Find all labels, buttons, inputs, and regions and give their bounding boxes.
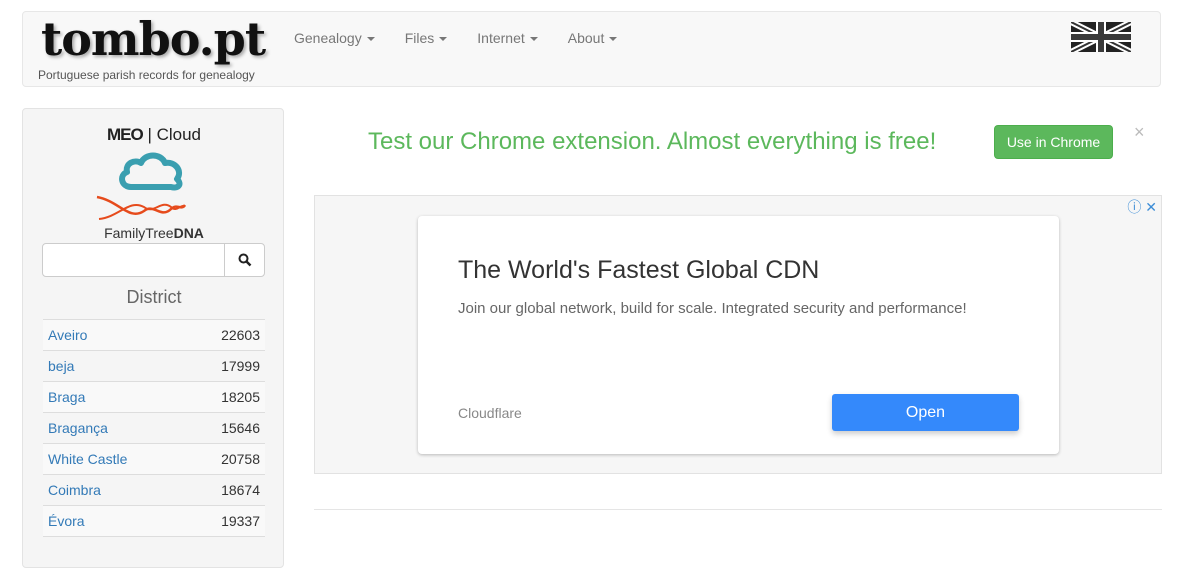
- uk-flag-icon[interactable]: [1071, 22, 1131, 52]
- district-link[interactable]: Bragança: [48, 420, 108, 436]
- district-count: 18205: [221, 389, 260, 405]
- dna-icon[interactable]: [89, 191, 189, 227]
- nav-genealogy[interactable]: Genealogy: [279, 29, 390, 47]
- district-link[interactable]: White Castle: [48, 451, 127, 467]
- nav-label: Internet: [477, 30, 525, 46]
- sidebar: MEO | Cloud FamilyTreeDNA District Aveir…: [22, 108, 284, 568]
- ad-banner: ⓘ ✕ The World's Fastest Global CDN Join …: [314, 195, 1162, 474]
- district-count: 15646: [221, 420, 260, 436]
- nav-label: Genealogy: [294, 30, 362, 46]
- meo-logo-text: MEO: [106, 125, 144, 144]
- district-count: 17999: [221, 358, 260, 374]
- list-item: Évora 19337: [43, 505, 265, 536]
- ad-card[interactable]: The World's Fastest Global CDN Join our …: [418, 216, 1059, 454]
- chrome-extension-promo: Test our Chrome extension. Almost everyt…: [368, 128, 937, 155]
- ad-title: The World's Fastest Global CDN: [458, 256, 820, 284]
- caret-down-icon: [529, 37, 538, 42]
- close-icon[interactable]: ✕: [1145, 199, 1157, 215]
- site-tagline: Portuguese parish records for genealogy: [38, 68, 255, 82]
- meo-logo-suffix: | Cloud: [147, 125, 202, 144]
- ad-advertiser: Cloudflare: [458, 405, 522, 421]
- list-item: [43, 536, 265, 567]
- nav-label: Files: [404, 30, 435, 46]
- district-link[interactable]: beja: [48, 358, 74, 374]
- list-item: White Castle 20758: [43, 443, 265, 474]
- district-count: 20758: [221, 451, 260, 467]
- site-logo[interactable]: tombo.pt: [41, 12, 266, 66]
- list-item: Bragança 15646: [43, 412, 265, 443]
- nav-internet[interactable]: Internet: [462, 29, 552, 47]
- nav-label: About: [567, 30, 605, 46]
- close-icon[interactable]: ×: [1134, 122, 1145, 143]
- district-link[interactable]: Braga: [48, 389, 85, 405]
- district-count: 19337: [221, 513, 260, 529]
- district-list: Aveiro 22603 beja 17999 Braga 18205 Braganç…: [43, 319, 265, 567]
- list-item: Coimbra 18674: [43, 474, 265, 505]
- use-in-chrome-button[interactable]: Use in Chrome: [994, 125, 1113, 159]
- list-item: Braga 18205: [43, 381, 265, 412]
- main-nav: Genealogy Files Internet About: [279, 29, 632, 47]
- district-count: 18674: [221, 482, 260, 498]
- caret-down-icon: [439, 37, 448, 42]
- navbar: tombo.pt Portuguese parish records for g…: [22, 11, 1161, 87]
- list-item: Aveiro 22603: [43, 319, 265, 350]
- ad-subtitle: Join our global network, build for scale…: [458, 300, 967, 317]
- list-item: beja 17999: [43, 350, 265, 381]
- district-count: 22603: [221, 327, 260, 343]
- nav-about[interactable]: About: [553, 29, 633, 47]
- cloud-icon[interactable]: [115, 149, 187, 193]
- caret-down-icon: [609, 37, 618, 42]
- ad-open-button[interactable]: Open: [832, 394, 1019, 431]
- search-input[interactable]: [42, 243, 225, 277]
- ftdna-suffix: DNA: [173, 225, 204, 241]
- search-button[interactable]: [224, 243, 265, 277]
- familytreedna-logo[interactable]: FamilyTreeDNA: [23, 225, 285, 241]
- ftdna-prefix: FamilyTree: [104, 225, 174, 241]
- caret-down-icon: [366, 37, 375, 42]
- search-icon: [238, 253, 251, 267]
- info-icon[interactable]: ⓘ: [1127, 199, 1141, 215]
- district-link[interactable]: Évora: [48, 513, 85, 529]
- ad-controls: ⓘ ✕: [1127, 197, 1157, 217]
- meo-cloud-logo[interactable]: MEO | Cloud: [23, 125, 285, 145]
- district-heading: District: [126, 287, 182, 307]
- district-link[interactable]: Coimbra: [48, 482, 101, 498]
- nav-files[interactable]: Files: [390, 29, 463, 47]
- district-link[interactable]: Aveiro: [48, 327, 87, 343]
- divider: [314, 509, 1162, 510]
